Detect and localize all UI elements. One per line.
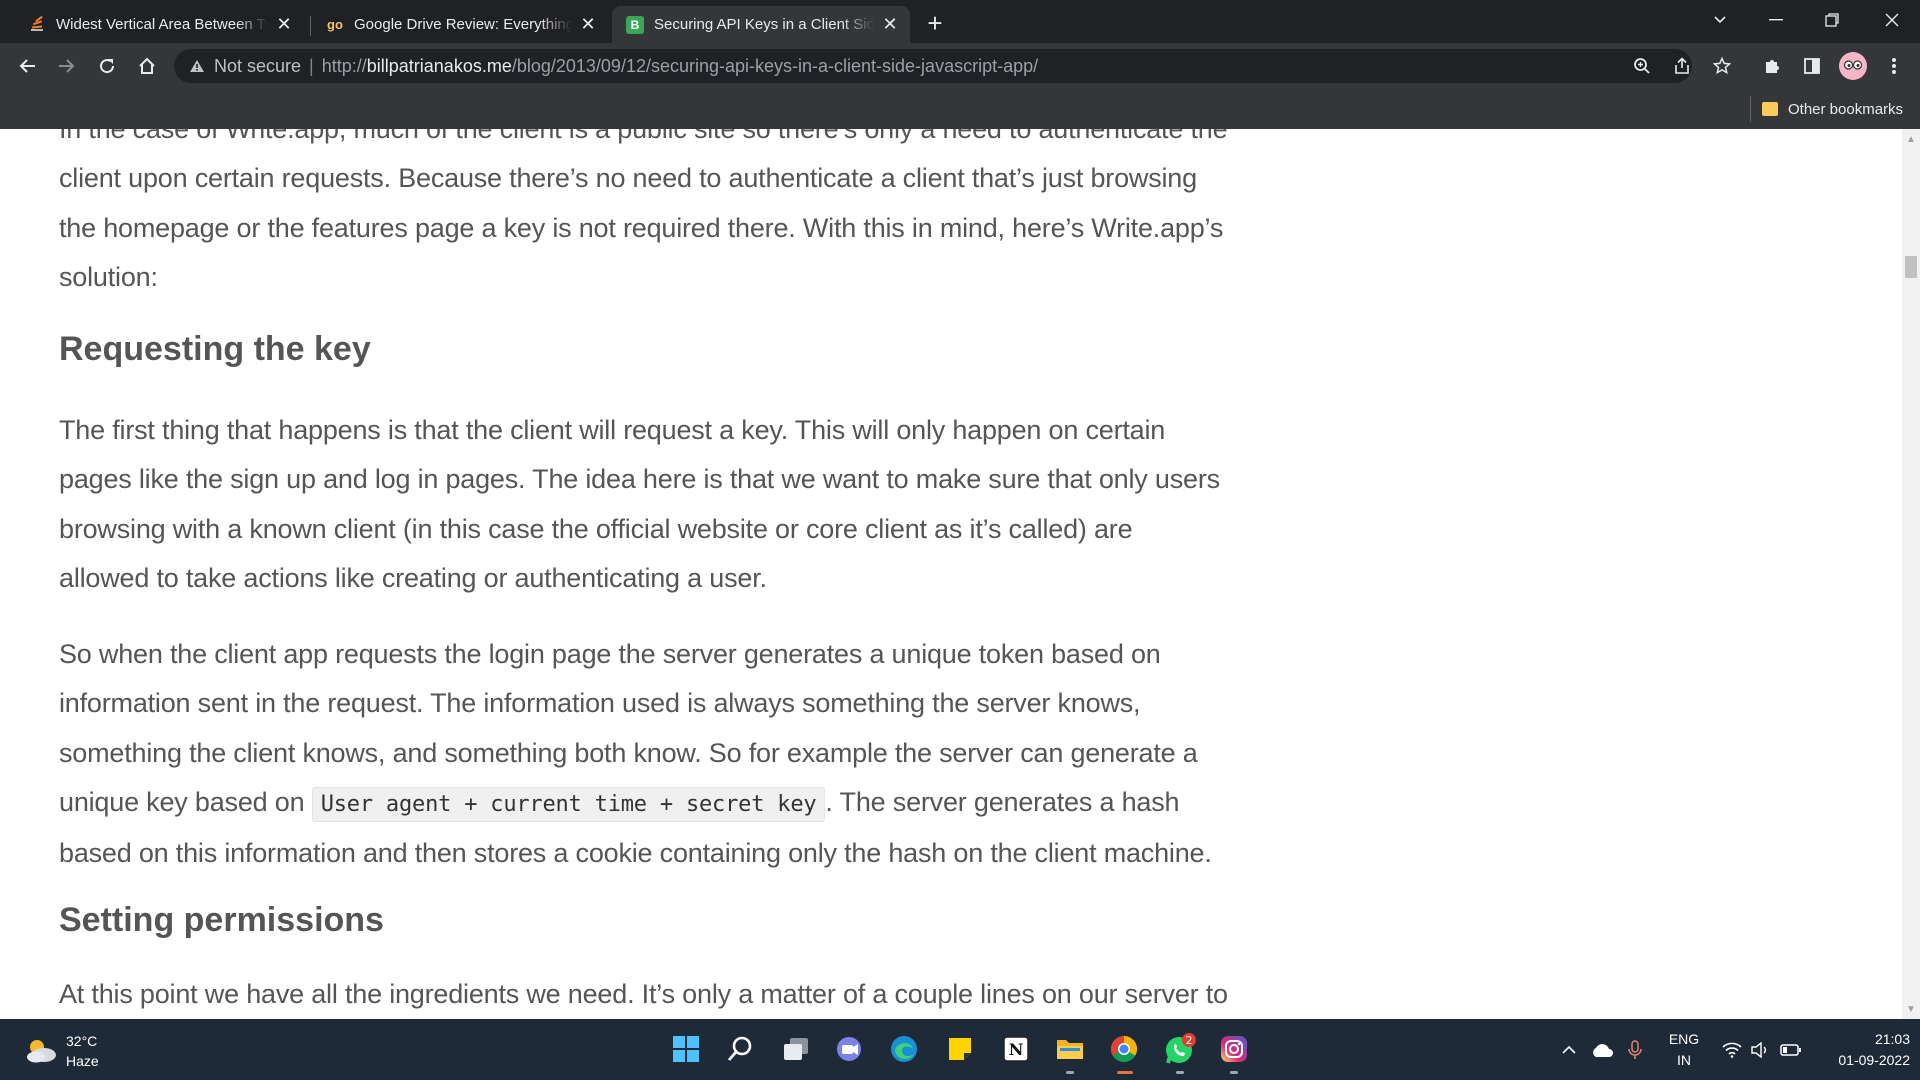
tab-widest-vertical-area[interactable]: Widest Vertical Area Between Two Points … [14,6,304,43]
running-indicator [1230,1071,1238,1074]
tab-divider [310,16,311,36]
haze-weather-icon [24,1036,58,1066]
volume-speaker-icon[interactable] [1746,1019,1774,1080]
microphone-icon[interactable] [1622,1019,1648,1080]
svg-text:N: N [1009,1040,1024,1059]
tab-search-icon[interactable] [1692,0,1748,40]
system-clock[interactable]: 21:03 01-09-2022 [1810,1029,1910,1071]
weather-widget[interactable]: 32°C Haze [24,1031,99,1071]
blog-favicon-icon: B [626,15,644,34]
edge-icon[interactable] [886,1031,922,1067]
heading-requesting-the-key: Requesting the key [59,330,371,369]
other-bookmarks-label: Other bookmarks [1788,100,1904,118]
extensions-puzzle-icon[interactable] [1757,51,1787,81]
folder-icon [1762,102,1778,116]
wifi-icon[interactable] [1718,1019,1746,1080]
tab-title: Widest Vertical Area Between Two Points … [56,16,268,33]
share-icon[interactable] [1667,51,1697,81]
tab-title: Google Drive Review: Everything You Need… [354,16,572,33]
next-paragraph-partial: At this point we have all the ingredient… [59,979,1228,1010]
new-tab-button[interactable]: + [920,8,950,38]
input-language-indicator[interactable]: ENG IN [1664,1029,1704,1071]
close-icon[interactable]: ✕ [578,14,598,35]
address-separator: | [309,55,314,76]
tab-title: Securing API Keys in a Client Side JavaS… [654,16,874,33]
running-indicator [1176,1071,1184,1074]
region-code: IN [1677,1052,1691,1068]
warning-triangle-icon[interactable] [188,57,206,75]
intro-rest: the client upon certain requests. Becaus… [59,129,1228,292]
notion-icon[interactable]: N [998,1031,1034,1067]
address-bar[interactable]: Not secure | http://billpatrianakos.me/b… [174,49,1692,83]
forward-button[interactable] [50,49,84,83]
file-explorer-icon[interactable] [1052,1031,1088,1067]
paragraph-token-generation: So when the client app requests the logi… [59,630,1229,878]
task-view-icon[interactable] [778,1031,814,1067]
security-label[interactable]: Not secure [214,56,301,77]
reload-button[interactable] [90,49,124,83]
close-icon[interactable]: ✕ [880,14,900,35]
sticky-notes-icon[interactable] [942,1031,978,1067]
tab-securing-api-keys[interactable]: B Securing API Keys in a Client Side Jav… [612,6,910,43]
scrollbar-thumb[interactable] [1905,256,1917,278]
close-window-button[interactable] [1864,0,1920,40]
profile-avatar[interactable] [1838,51,1868,81]
running-indicator [1066,1071,1074,1074]
url-path: /blog/2013/09/12/securing-api-keys-in-a-… [511,55,1039,76]
heading-setting-permissions: Setting permissions [59,900,384,939]
browser-toolbar: Not secure | http://billpatrianakos.me/b… [0,43,1920,89]
close-icon[interactable]: ✕ [274,14,294,35]
weather-description: Haze [66,1053,99,1069]
restore-button[interactable] [1804,0,1860,40]
intro-partial-line: In the case of Write.app, much of the cl… [59,129,1184,144]
inline-code-key-formula: User agent + current time + secret key [311,787,826,823]
zoom-icon[interactable] [1627,51,1657,81]
url-host: billpatrianakos.me [366,55,512,76]
start-icon[interactable] [668,1031,704,1067]
bookmarks-divider [1750,96,1751,122]
chat-icon[interactable] [832,1031,868,1067]
search-icon[interactable] [722,1031,758,1067]
url-scheme: http:// [321,55,367,76]
clock-date: 01-09-2022 [1838,1052,1910,1068]
side-panel-icon[interactable] [1797,51,1827,81]
weather-temperature: 32°C [66,1033,98,1049]
show-hidden-icons-chevron-icon[interactable] [1556,1019,1582,1080]
tab-strip: Widest Vertical Area Between Two Points … [0,0,1920,43]
scroll-down-arrow-icon[interactable]: ▼ [1902,1001,1920,1017]
article-body: In the case of Write.app, much of the cl… [59,129,1229,1019]
minimize-button[interactable] [1748,0,1804,40]
back-button[interactable] [10,49,44,83]
scroll-up-arrow-icon[interactable]: ▲ [1902,131,1920,147]
other-bookmarks-button[interactable]: Other bookmarks [1762,96,1903,122]
menu-kebab-icon[interactable] [1879,51,1909,81]
tab-google-drive-review[interactable]: go Google Drive Review: Everything You N… [312,6,608,43]
url-text[interactable]: http://billpatrianakos.me/blog/2013/09/1… [322,56,1038,77]
intro-paragraph: In the case of Write.app, much of the cl… [59,129,1229,302]
home-button[interactable] [130,49,164,83]
windows-taskbar: 32°C Haze N 2 ENG IN 21:03 01-09-2022 [0,1019,1920,1080]
page-viewport: In the case of Write.app, much of the cl… [0,129,1902,1019]
instagram-icon[interactable] [1216,1031,1252,1067]
go-favicon-icon: go [327,17,343,32]
whatsapp-icon[interactable]: 2 [1162,1031,1198,1067]
battery-icon[interactable] [1776,1019,1806,1080]
stack-icon [28,15,46,34]
bookmarks-bar [0,89,1920,129]
whatsapp-notification-badge: 2 [1186,1034,1193,1047]
paragraph-request-key: The first thing that happens is that the… [59,414,1220,593]
language-code: ENG [1668,1031,1700,1047]
active-app-indicator [1117,1071,1133,1074]
page-scrollbar[interactable]: ▲ ▼ [1902,129,1920,1019]
clock-time: 21:03 [1874,1031,1910,1047]
onedrive-cloud-icon[interactable] [1586,1019,1618,1080]
chrome-icon[interactable] [1106,1031,1142,1067]
bookmark-star-icon[interactable] [1707,51,1737,81]
